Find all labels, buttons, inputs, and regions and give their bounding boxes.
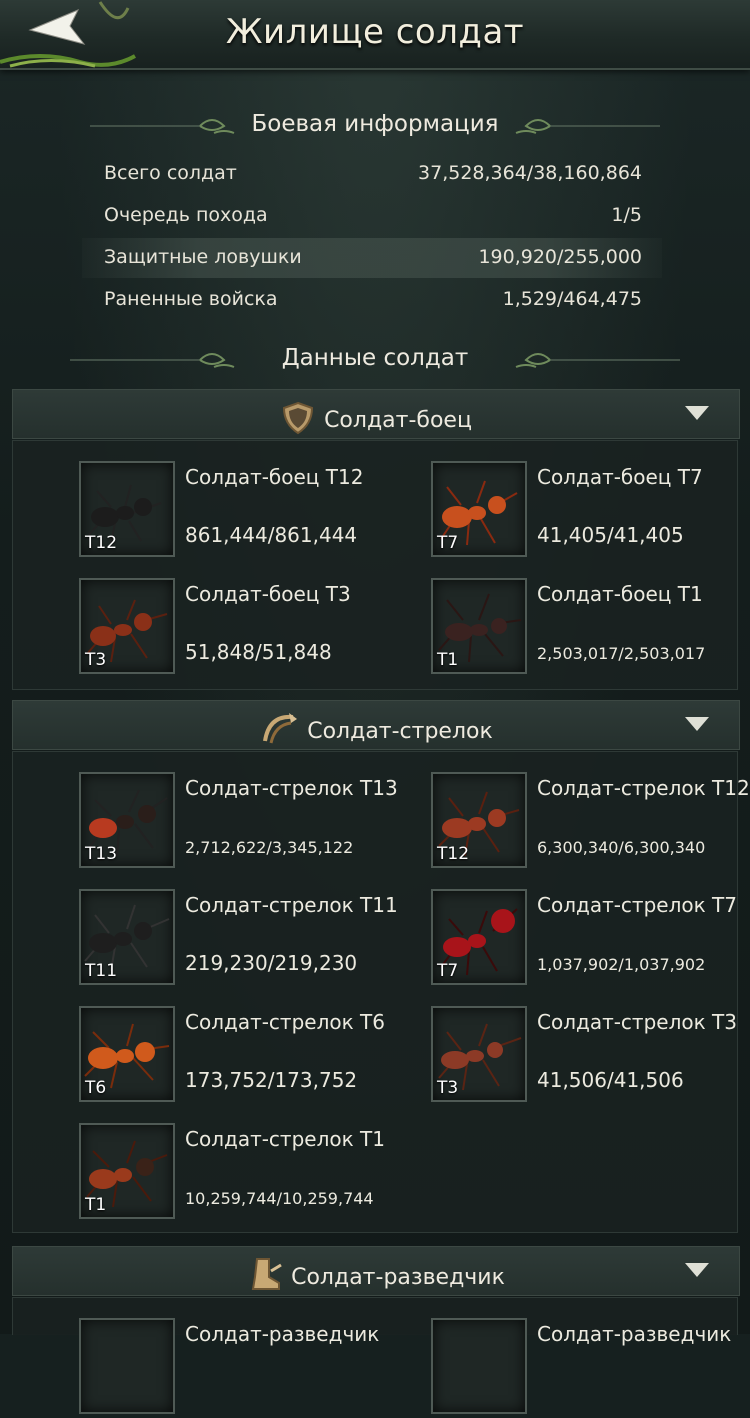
unit-name: Солдат-разведчик (185, 1322, 380, 1346)
unit-name: Солдат-боец T1 (537, 582, 703, 606)
unit-card[interactable]: Солдат-разведчик (79, 1318, 419, 1418)
unit-count: 51,848/51,848 (185, 640, 332, 664)
unit-count: 2,712,622/3,345,122 (185, 838, 354, 857)
chevron-down-icon[interactable] (685, 1263, 709, 1277)
unit-count: 1,037,902/1,037,902 (537, 955, 706, 974)
unit-count: 10,259,744/10,259,744 (185, 1189, 374, 1208)
battle-info-title: Боевая информация (251, 111, 499, 137)
unit-card[interactable]: Солдат-разведчик (431, 1318, 750, 1418)
unit-count: 861,444/861,444 (185, 523, 358, 547)
category-panel-shooter: T13 Солдат-стрелок T13 2,712,622/3,345,1… (12, 751, 750, 1233)
tier-badge: T3 (437, 1078, 459, 1098)
battle-info-header: Боевая информация (0, 107, 750, 147)
tier-badge: T7 (437, 961, 459, 981)
unit-portrait: T7 (431, 461, 527, 557)
unit-name: Солдат-стрелок T3 (537, 1010, 737, 1034)
shield-icon (280, 400, 316, 442)
tier-badge: T13 (85, 844, 118, 864)
stat-row-total: Всего солдат 37,528,364/38,160,864 (82, 154, 662, 194)
unit-portrait: T1 (431, 578, 527, 674)
stat-row-wounded: Раненные войска 1,529/464,475 (82, 280, 662, 320)
unit-name: Солдат-стрелок T12 (537, 776, 750, 800)
unit-portrait: T11 (79, 889, 175, 985)
category-label: Солдат-разведчик (291, 1265, 505, 1290)
unit-count: 41,506/41,506 (537, 1068, 684, 1092)
tier-badge: T1 (437, 650, 459, 670)
unit-count: 2,503,017/2,503,017 (537, 644, 706, 663)
chevron-down-icon[interactable] (685, 717, 709, 731)
unit-count: 6,300,340/6,300,340 (537, 838, 706, 857)
unit-card[interactable]: T1 Солдат-стрелок T1 10,259,744/10,259,7… (79, 1123, 419, 1223)
stat-value: 1,529/464,475 (502, 288, 642, 310)
category-bar-shooter[interactable]: Солдат-стрелок (12, 700, 740, 750)
unit-name: Солдат-стрелок T1 (185, 1127, 385, 1151)
unit-portrait: T3 (79, 578, 175, 674)
page-title: Жилище солдат (225, 12, 525, 52)
unit-portrait (431, 1318, 527, 1414)
unit-name: Солдат-стрелок T13 (185, 776, 398, 800)
tier-badge: T7 (437, 533, 459, 553)
tier-badge: T12 (437, 844, 470, 864)
stat-label: Защитные ловушки (104, 246, 302, 268)
stat-label: Очередь похода (104, 204, 268, 226)
category-label: Солдат-стрелок (307, 719, 493, 744)
stat-label: Раненные войска (104, 288, 278, 310)
tier-badge: T1 (85, 1195, 107, 1215)
top-bar: Жилище солдат (0, 0, 750, 70)
unit-name: Солдат-стрелок T6 (185, 1010, 385, 1034)
tier-badge: T11 (85, 961, 118, 981)
stat-value: 1/5 (611, 204, 642, 226)
unit-card[interactable]: T12 Солдат-стрелок T12 6,300,340/6,300,3… (431, 772, 750, 872)
soldier-data-header: Данные солдат (0, 341, 750, 381)
chevron-down-icon[interactable] (685, 406, 709, 420)
unit-portrait: T12 (79, 461, 175, 557)
category-label: Солдат-боец (324, 408, 472, 433)
unit-card[interactable]: T7 Солдат-боец T7 41,405/41,405 (431, 461, 750, 561)
category-bar-fighter[interactable]: Солдат-боец (12, 389, 740, 439)
unit-count: 219,230/219,230 (185, 951, 358, 975)
category-panel-fighter: T12 Солдат-боец T12 861,444/861,444 T7 С… (12, 440, 738, 690)
unit-portrait: T6 (79, 1006, 175, 1102)
unit-name: Солдат-стрелок T7 (537, 893, 737, 917)
unit-card[interactable]: T11 Солдат-стрелок T11 219,230/219,230 (79, 889, 419, 989)
unit-portrait (79, 1318, 175, 1414)
tier-badge: T12 (85, 533, 118, 553)
stat-row-traps: Защитные ловушки 190,920/255,000 (82, 238, 662, 278)
tier-badge: T3 (85, 650, 107, 670)
unit-name: Солдат-стрелок T11 (185, 893, 398, 917)
stat-value: 37,528,364/38,160,864 (418, 162, 642, 184)
unit-name: Солдат-боец T3 (185, 582, 351, 606)
unit-card[interactable]: T12 Солдат-боец T12 861,444/861,444 (79, 461, 419, 561)
unit-card[interactable]: T13 Солдат-стрелок T13 2,712,622/3,345,1… (79, 772, 419, 872)
unit-portrait: T12 (431, 772, 527, 868)
stat-value: 190,920/255,000 (478, 246, 642, 268)
unit-card[interactable]: T7 Солдат-стрелок T7 1,037,902/1,037,902 (431, 889, 750, 989)
tier-badge: T6 (85, 1078, 107, 1098)
unit-card[interactable]: T3 Солдат-стрелок T3 41,506/41,506 (431, 1006, 750, 1106)
unit-count: 41,405/41,405 (537, 523, 684, 547)
unit-card[interactable]: T3 Солдат-боец T3 51,848/51,848 (79, 578, 419, 678)
unit-name: Солдат-разведчик (537, 1322, 732, 1346)
stat-row-march: Очередь похода 1/5 (82, 196, 662, 236)
unit-card[interactable]: T1 Солдат-боец T1 2,503,017/2,503,017 (431, 578, 750, 678)
bow-icon (259, 711, 299, 753)
soldier-data-title: Данные солдат (281, 345, 469, 371)
category-panel-scout: Солдат-разведчик Солдат-разведчик (12, 1297, 738, 1414)
unit-portrait: T13 (79, 772, 175, 868)
unit-name: Солдат-боец T7 (537, 465, 703, 489)
category-bar-scout[interactable]: Солдат-разведчик (12, 1246, 740, 1296)
unit-name: Солдат-боец T12 (185, 465, 364, 489)
unit-count: 173,752/173,752 (185, 1068, 358, 1092)
unit-card[interactable]: T6 Солдат-стрелок T6 173,752/173,752 (79, 1006, 419, 1106)
stat-label: Всего солдат (104, 162, 237, 184)
unit-portrait: T3 (431, 1006, 527, 1102)
unit-portrait: T1 (79, 1123, 175, 1219)
unit-portrait: T7 (431, 889, 527, 985)
boot-icon (247, 1257, 283, 1299)
